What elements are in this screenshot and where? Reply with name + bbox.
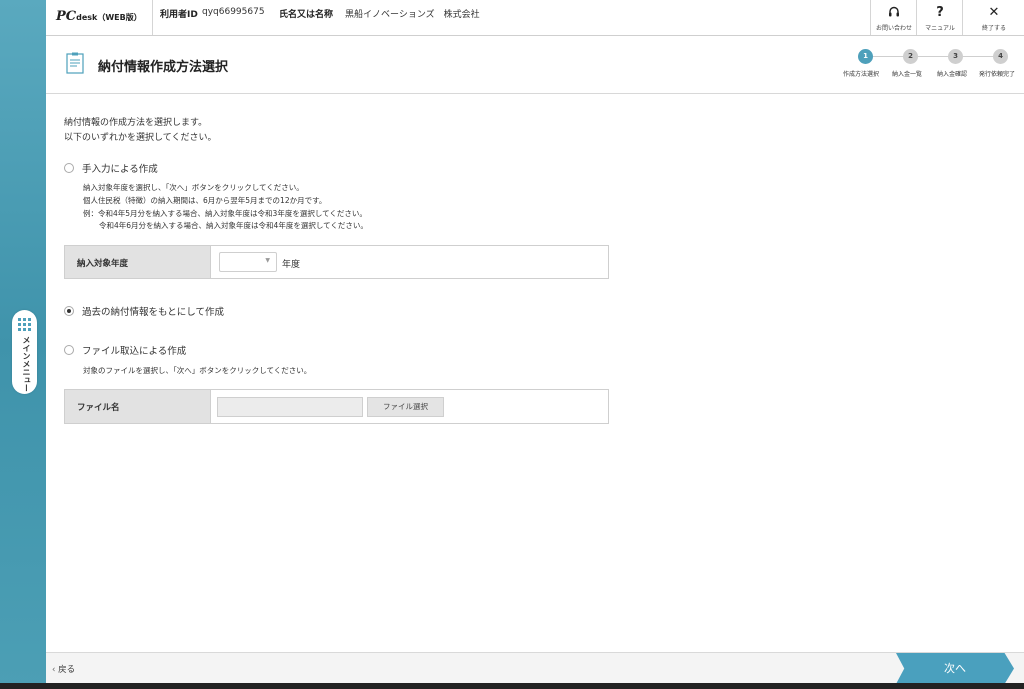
- user-id-value: qyq66995675: [202, 7, 265, 17]
- contact-button[interactable]: お問い合わせ: [870, 0, 917, 35]
- name-label: 氏名又は名称: [279, 10, 334, 20]
- option-past-label[interactable]: 過去の納付情報をもとにして作成: [82, 304, 224, 318]
- logo-main: PC: [56, 9, 77, 24]
- chevron-down-icon: ▼: [265, 257, 270, 264]
- radio-manual[interactable]: [64, 163, 74, 173]
- close-icon: ✕: [988, 5, 1000, 20]
- app-logo: PCdesk（WEB版）: [56, 9, 142, 24]
- exit-button[interactable]: ✕ 終了する: [962, 0, 1024, 35]
- back-label: 戻る: [58, 665, 76, 675]
- fiscal-year-unit: 年度: [282, 260, 301, 270]
- footer: ‹ 戻る 次へ: [46, 652, 1024, 684]
- file-select-button[interactable]: ファイル選択: [367, 397, 444, 417]
- manual-desc-3: 例：令和4年5月分を納入する場合、納入対象年度は令和3年度を選択してください。: [83, 209, 367, 218]
- fiscal-year-value-cell: ▼ 年度: [211, 246, 608, 278]
- step-1-number: 1: [858, 49, 873, 64]
- step-connector: [918, 56, 949, 57]
- bottom-strip: [0, 683, 1024, 689]
- step-2-number: 2: [903, 49, 918, 64]
- file-name-label: ファイル名: [77, 403, 120, 413]
- radio-past[interactable]: [64, 306, 74, 316]
- option-manual-label[interactable]: 手入力による作成: [82, 161, 158, 175]
- file-name-row: ファイル名 ファイル選択: [64, 389, 609, 424]
- document-icon: [66, 52, 84, 74]
- next-button[interactable]: 次へ: [896, 653, 1014, 684]
- chevron-left-icon: ‹: [52, 665, 56, 675]
- fiscal-year-row: 納入対象年度 ▼ 年度: [64, 245, 609, 279]
- file-desc: 対象のファイルを選択し、「次へ」ボタンをクリックしてください。: [83, 366, 312, 375]
- step-3-label: 納入金確認: [937, 71, 968, 78]
- main-menu-button[interactable]: メインメニュー: [12, 310, 37, 394]
- fiscal-year-label-cell: 納入対象年度: [65, 246, 211, 278]
- manual-desc-2: 個人住民税（特徴）の納入期間は、6月から翌年5月までの12か月です。: [83, 196, 327, 205]
- back-button[interactable]: ‹ 戻る: [52, 663, 75, 675]
- step-4-label: 発行依頼完了: [979, 71, 1016, 78]
- header-divider: [152, 0, 153, 35]
- step-2-label: 納入金一覧: [892, 71, 923, 78]
- fiscal-year-label: 納入対象年度: [77, 259, 129, 269]
- contact-label: お問い合わせ: [875, 25, 912, 32]
- header: PCdesk（WEB版） 利用者ID qyq66995675 氏名又は名称 黒船…: [46, 0, 1024, 36]
- logo-rest: desk（WEB版）: [76, 13, 142, 22]
- step-connector: [873, 56, 904, 57]
- question-icon: ?: [936, 5, 944, 20]
- manual-desc-1: 納入対象年度を選択し、「次へ」ボタンをクリックしてください。: [83, 183, 304, 192]
- name-value: 黒船イノベーションズ 株式会社: [345, 10, 480, 20]
- manual-label: マニュアル: [925, 25, 955, 32]
- file-name-value-cell: ファイル選択: [211, 390, 608, 423]
- page-title: 納付情報作成方法選択: [98, 60, 229, 75]
- option-file-label[interactable]: ファイル取込による作成: [82, 343, 186, 357]
- grid-icon: [18, 318, 31, 331]
- manual-desc-4: 令和4年6月分を納入する場合、納入対象年度は令和4年度を選択してください。: [99, 221, 368, 230]
- file-name-label-cell: ファイル名: [65, 390, 211, 423]
- manual-button[interactable]: ? マニュアル: [916, 0, 963, 35]
- title-area: 納付情報作成方法選択 1 2 3 4 作成方法選択 納入金一覧 納入金確認 発行…: [46, 36, 1024, 94]
- step-4-number: 4: [993, 49, 1008, 64]
- user-id-label: 利用者ID: [160, 10, 198, 20]
- exit-label: 終了する: [981, 25, 1006, 32]
- step-connector: [963, 56, 994, 57]
- radio-file[interactable]: [64, 345, 74, 355]
- intro-line-1: 納付情報の作成方法を選択します。: [64, 118, 208, 128]
- step-1-label: 作成方法選択: [843, 71, 880, 78]
- step-3-number: 3: [948, 49, 963, 64]
- file-name-input[interactable]: [217, 397, 363, 417]
- main-menu-label: メインメニュー: [22, 336, 31, 392]
- intro-line-2: 以下のいずれかを選択してください。: [64, 133, 217, 143]
- fiscal-year-select[interactable]: ▼: [219, 252, 277, 272]
- headset-icon: [871, 5, 917, 19]
- left-sidebar: メインメニュー: [0, 0, 46, 689]
